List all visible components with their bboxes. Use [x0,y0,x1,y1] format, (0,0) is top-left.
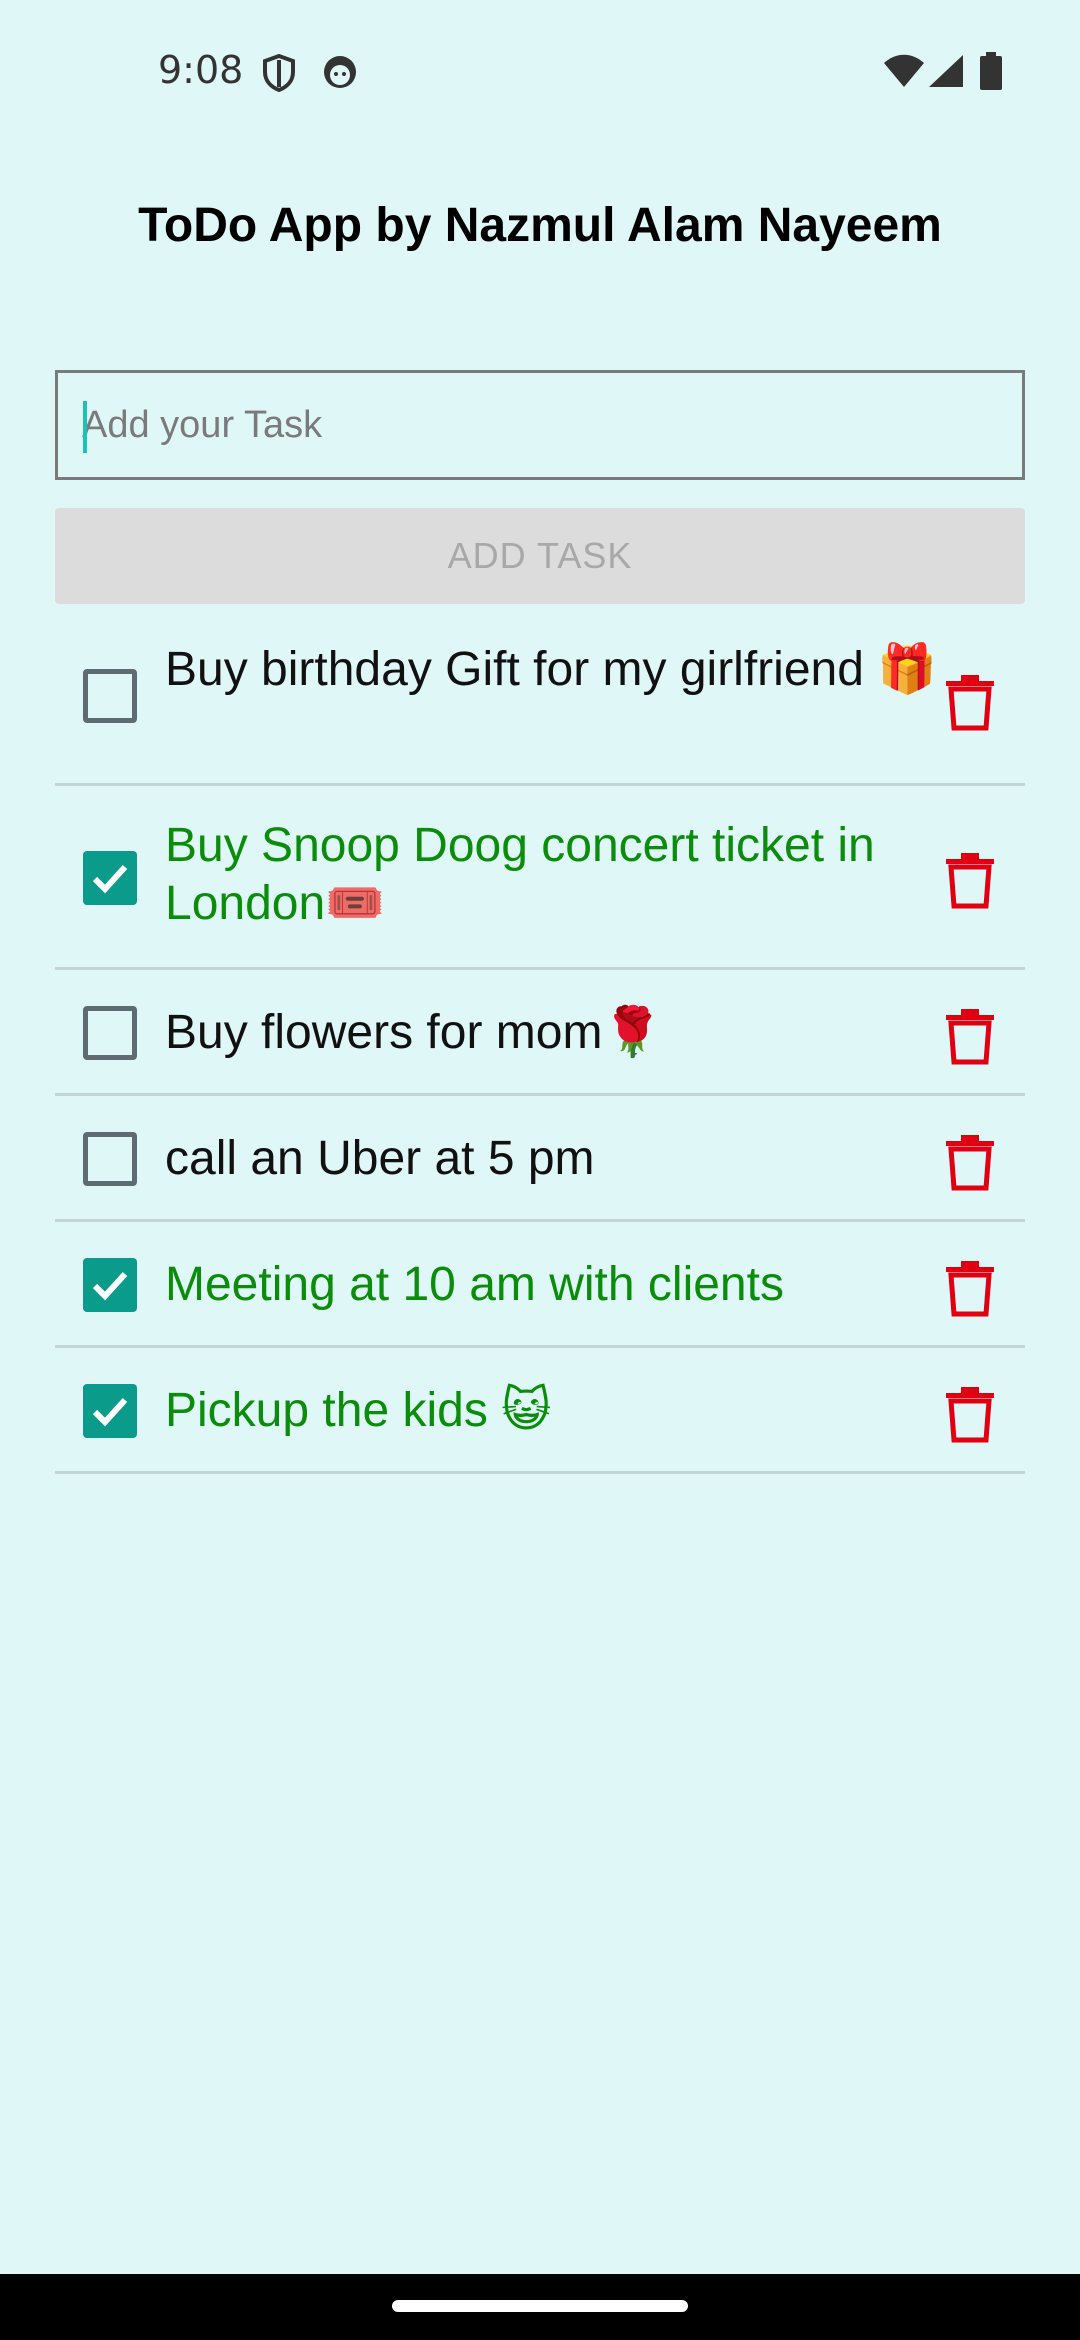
task-checkbox[interactable] [83,1384,137,1438]
battery-icon [980,52,1002,90]
task-checkbox[interactable] [83,851,137,905]
checkmark-icon [92,864,128,894]
status-time: 9:08 [158,48,244,92]
delete-icon[interactable] [940,672,1000,732]
task-checkbox[interactable] [83,1006,137,1060]
wifi-icon [884,54,924,87]
task-row: Buy birthday Gift for my girlfriend 🎁 [55,620,1025,786]
delete-icon[interactable] [940,1384,1000,1444]
checkmark-icon [92,1271,128,1301]
task-text: call an Uber at 5 pm [165,1132,595,1185]
task-row: Pickup the kids 😺 [55,1348,1025,1474]
task-text: Meeting at 10 am with clients [165,1258,784,1311]
task-row: Buy flowers for mom🌹 [55,970,1025,1096]
task-list: Buy birthday Gift for my girlfriend 🎁 Bu… [55,620,1025,1474]
navigation-bar [0,2274,1080,2340]
task-input[interactable] [58,373,1022,477]
task-text: Buy Snoop Doog concert ticket in London🎟… [165,819,875,930]
task-text: Pickup the kids 😺 [165,1384,552,1437]
add-task-button[interactable]: ADD TASK [55,508,1025,604]
delete-icon[interactable] [940,1006,1000,1066]
task-row: Buy Snoop Doog concert ticket in London🎟… [55,786,1025,970]
task-text: Buy birthday Gift for my girlfriend 🎁 [165,643,938,696]
task-checkbox[interactable] [83,669,137,723]
signal-icon [929,55,963,87]
text-cursor [83,401,87,453]
task-checkbox[interactable] [83,1132,137,1186]
task-row: call an Uber at 5 pm [55,1096,1025,1222]
delete-icon[interactable] [940,850,1000,910]
delete-icon[interactable] [940,1258,1000,1318]
page-title: ToDo App by Nazmul Alam Nayeem [138,199,942,252]
delete-icon[interactable] [940,1132,1000,1192]
status-bar: 9:08 [0,0,1080,140]
task-text: Buy flowers for mom🌹 [165,1006,663,1059]
face-icon [324,56,356,88]
checkmark-icon [92,1397,128,1427]
task-row: Meeting at 10 am with clients [55,1222,1025,1348]
task-checkbox[interactable] [83,1258,137,1312]
task-input-box[interactable] [55,370,1025,480]
home-handle[interactable] [392,2300,688,2312]
shield-icon [263,54,295,92]
